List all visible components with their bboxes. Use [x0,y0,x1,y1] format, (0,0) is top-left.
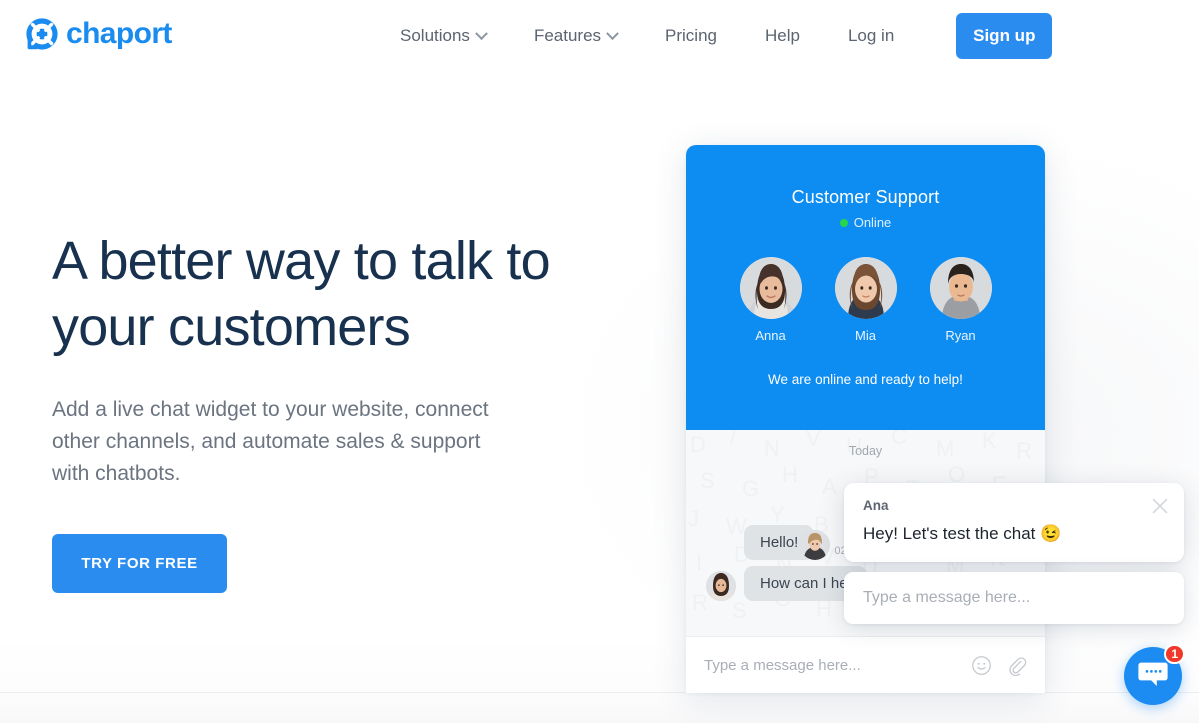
nav-label-login: Log in [847,26,895,45]
hero-subheading: Add a live chat widget to your website, … [52,398,489,485]
avatar [834,257,897,319]
nav-item-pricing[interactable]: Pricing [665,26,717,46]
svg-text:H: H [782,462,798,487]
agent-name-anna: Anna [755,328,786,343]
online-dot-icon [839,218,848,227]
try-for-free-button[interactable]: TRY FOR FREE [52,534,227,593]
nav-item-help[interactable]: Help [765,26,800,46]
message-row-1: Hello! 02 [744,525,847,560]
popup-message-input[interactable] [863,589,1165,607]
close-icon[interactable] [1150,496,1170,516]
chat-message-input[interactable] [704,656,971,674]
landing-page: chaport Solutions Features Pricing Help … [0,0,1199,723]
agent-anna[interactable]: Anna [739,257,802,343]
composer-icons [971,655,1027,676]
svg-text:S: S [732,598,747,623]
chat-widget-header: Customer Support Online Anna Mia Ryan We… [686,145,1045,430]
avatar [739,257,802,319]
agent-list: Anna Mia Ryan [686,257,1045,343]
popup-composer [844,572,1184,624]
svg-text:G: G [742,476,759,501]
status-badge: Online [686,215,1045,230]
svg-text:S: S [700,468,715,493]
unread-badge: 1 [1164,644,1185,664]
avatar [929,257,992,319]
logo[interactable]: chaport [26,18,172,50]
avatar [706,571,736,601]
page-title: A better way to talk to your customers [52,231,551,357]
status-label: Online [853,215,892,230]
nav-label-features: Features [533,26,602,45]
logo-text: chaport [66,17,172,50]
avatar [800,530,831,560]
chat-launcher-button[interactable]: 1 [1124,644,1185,705]
agent-name-ryan: Ryan [945,328,976,343]
chat-composer [686,636,1045,693]
message-row-2: How can I hel [706,566,867,601]
page-bottom-band [0,693,1199,723]
chat-widget-tagline: We are online and ready to help! [768,372,963,387]
lifebuoy-icon [26,18,58,50]
date-divider: Today [848,444,883,458]
emoji-icon[interactable] [971,655,992,676]
nav-item-login[interactable]: Log in [848,26,894,46]
svg-text:I: I [696,550,702,575]
svg-text:Y: Y [770,502,785,527]
chat-widget-title: Customer Support [791,187,940,207]
chevron-down-icon [475,26,488,40]
signup-button[interactable]: Sign up [956,13,1053,59]
nav-label-pricing: Pricing [665,26,717,45]
popup-message-text: Hey! Let's test the chat 😉 [863,524,1062,543]
chat-notification-popup: Ana Hey! Let's test the chat 😉 [844,483,1184,562]
main-nav: Solutions Features Pricing Help Log in S… [400,0,1053,72]
popup-sender-name: Ana [863,498,889,513]
nav-item-solutions[interactable]: Solutions [400,26,488,46]
chat-bubble-icon [1138,660,1168,693]
nav-label-help: Help [765,26,800,45]
attachment-icon[interactable] [1006,655,1027,676]
agent-mia[interactable]: Mia [834,257,897,343]
hero-section: A better way to talk to your customers A… [52,228,612,593]
svg-text:A: A [822,474,837,499]
nav-item-features[interactable]: Features [533,26,619,46]
site-header: chaport Solutions Features Pricing Help … [0,0,1199,72]
svg-text:J: J [688,506,699,531]
nav-label-solutions: Solutions [400,26,470,45]
agent-name-mia: Mia [855,328,876,343]
agent-ryan[interactable]: Ryan [929,257,992,343]
chevron-down-icon [606,26,619,40]
